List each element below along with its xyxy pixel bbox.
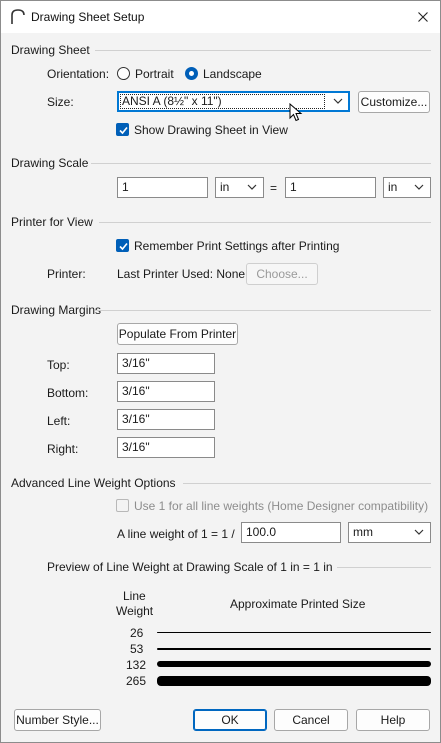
divider [91, 163, 431, 164]
landscape-label[interactable]: Landscape [203, 67, 262, 81]
equals-sign: = [270, 181, 278, 195]
margin-right-label: Right: [47, 442, 79, 456]
section-title-printer-for-view: Printer for View [11, 215, 93, 229]
remember-print-settings-label[interactable]: Remember Print Settings after Printing [134, 239, 339, 253]
app-logo-icon [11, 9, 25, 24]
line-weight-preview-line [157, 661, 431, 667]
printer-value: Last Printer Used: None [117, 267, 246, 281]
drawing-sheet-setup-dialog: Drawing Sheet Setup Drawing Sheet Orient… [0, 0, 441, 743]
line-weight-value: 53 [130, 642, 144, 656]
divider [183, 483, 431, 484]
column-header-line: Line [123, 589, 146, 603]
column-header-weight: Weight [116, 604, 154, 618]
chevron-down-icon [414, 184, 424, 190]
printer-label: Printer: [47, 267, 86, 281]
margin-right-input[interactable]: 3/16" [117, 437, 215, 458]
margin-left-input[interactable]: 3/16" [117, 409, 215, 430]
portrait-label[interactable]: Portrait [135, 67, 174, 81]
margin-left-value: 3/16" [122, 412, 150, 426]
line-weight-ratio-label: A line weight of 1 = 1 / [117, 527, 235, 541]
section-title-drawing-scale: Drawing Scale [11, 156, 89, 170]
scale-left-value: 1 [122, 180, 129, 194]
title-bar[interactable]: Drawing Sheet Setup [1, 1, 440, 33]
scale-right-unit-value: in [388, 180, 398, 194]
margin-top-value: 3/16" [122, 356, 150, 370]
line-weight-ratio-value: 100.0 [246, 525, 277, 539]
check-icon [119, 242, 128, 251]
line-weight-preview-line [157, 676, 431, 686]
choose-printer-button[interactable]: Choose... [246, 263, 318, 285]
line-weight-preview-line [157, 632, 431, 633]
size-select-value: ANSI A (8½" x 11") [122, 94, 222, 108]
section-title-line-weight: Advanced Line Weight Options [11, 476, 176, 490]
scale-left-input[interactable]: 1 [117, 177, 208, 198]
landscape-radio[interactable] [185, 67, 198, 80]
populate-from-printer-button[interactable]: Populate From Printer [117, 323, 238, 345]
size-select[interactable]: ANSI A (8½" x 11") [117, 91, 350, 112]
divider [337, 567, 431, 568]
section-title-drawing-sheet: Drawing Sheet [11, 43, 90, 57]
close-icon [418, 12, 428, 22]
line-weight-value: 26 [130, 626, 144, 640]
line-weight-unit-select[interactable]: mm [348, 522, 431, 543]
use-1-line-weights-label[interactable]: Use 1 for all line weights (Home Designe… [134, 499, 428, 513]
help-button[interactable]: Help [356, 709, 430, 731]
margin-bottom-value: 3/16" [122, 384, 150, 398]
mouse-cursor-icon [289, 103, 303, 122]
line-weight-unit-value: mm [353, 525, 373, 539]
orientation-label: Orientation: [47, 67, 110, 81]
customize-button[interactable]: Customize... [358, 91, 430, 113]
margin-top-input[interactable]: 3/16" [117, 353, 215, 374]
line-weight-ratio-input[interactable]: 100.0 [241, 522, 341, 543]
show-sheet-checkbox[interactable] [116, 123, 129, 136]
number-style-button[interactable]: Number Style... [14, 709, 101, 731]
margin-left-label: Left: [47, 414, 71, 428]
scale-right-value: 1 [290, 180, 297, 194]
margin-bottom-label: Bottom: [47, 386, 89, 400]
chevron-down-icon [333, 98, 343, 104]
show-sheet-label[interactable]: Show Drawing Sheet in View [134, 123, 288, 137]
scale-right-unit-select[interactable]: in [383, 177, 431, 198]
chevron-down-icon [247, 184, 257, 190]
close-button[interactable] [411, 5, 435, 29]
remember-print-settings-checkbox[interactable] [116, 239, 129, 252]
preview-title: Preview of Line Weight at Drawing Scale … [47, 560, 333, 574]
column-header-approx-size: Approximate Printed Size [230, 597, 366, 611]
ok-button[interactable]: OK [193, 709, 267, 731]
scale-left-unit-select[interactable]: in [215, 177, 264, 198]
margin-bottom-input[interactable]: 3/16" [117, 381, 215, 402]
divider [99, 222, 431, 223]
section-title-drawing-margins: Drawing Margins [11, 303, 102, 317]
margin-top-label: Top: [47, 358, 70, 372]
size-label: Size: [47, 95, 74, 109]
use-1-line-weights-checkbox[interactable] [116, 499, 129, 512]
portrait-radio[interactable] [117, 67, 130, 80]
line-weight-value: 265 [126, 674, 147, 688]
divider [95, 50, 431, 51]
line-weight-value: 132 [126, 658, 147, 672]
margin-right-value: 3/16" [122, 440, 150, 454]
chevron-down-icon [414, 529, 424, 535]
window-title: Drawing Sheet Setup [31, 10, 145, 24]
line-weight-preview-line [157, 648, 431, 650]
scale-right-input[interactable]: 1 [285, 177, 376, 198]
scale-left-unit-value: in [220, 180, 230, 194]
cancel-button[interactable]: Cancel [274, 709, 348, 731]
divider [95, 310, 431, 311]
check-icon [119, 126, 128, 135]
